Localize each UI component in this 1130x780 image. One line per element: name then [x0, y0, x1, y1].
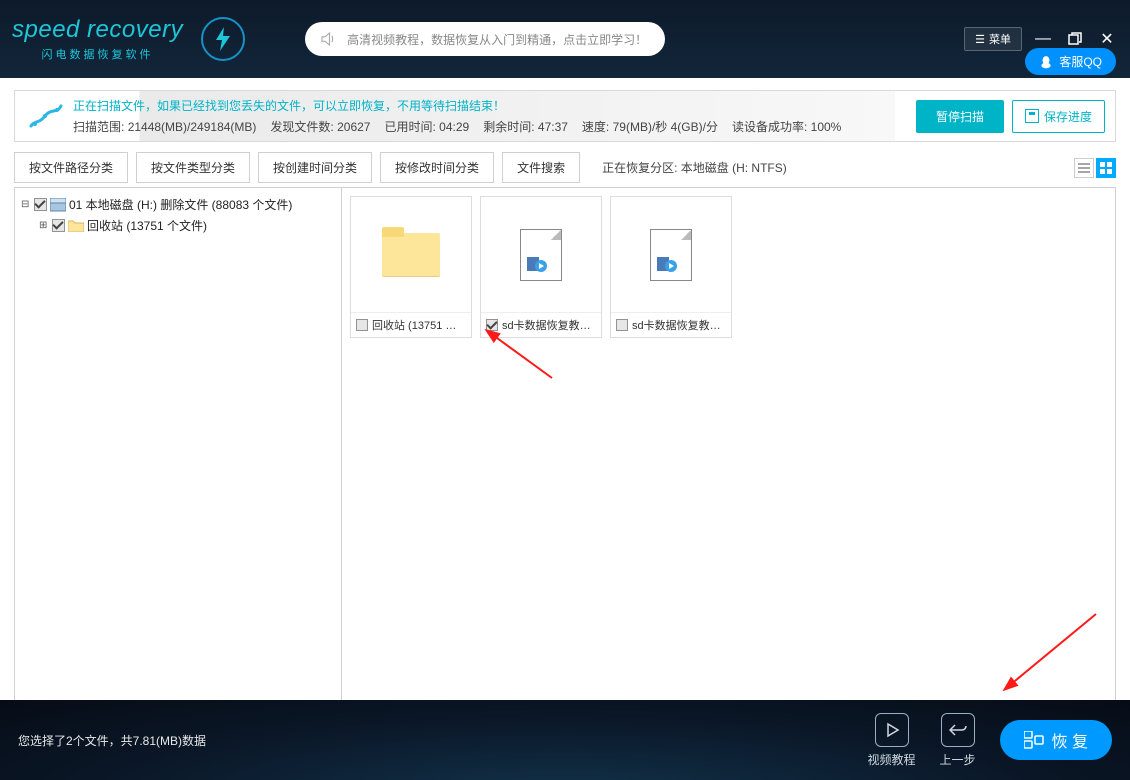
save-progress-button[interactable]: 保存进度 [1012, 100, 1105, 133]
tree-label: 回收站 (13751 个文件) [87, 217, 207, 234]
back-button[interactable]: 上一步 [940, 713, 976, 768]
remain-time: 47:37 [538, 120, 568, 134]
video-file-icon [650, 229, 692, 281]
qq-support-button[interactable]: 客服QQ [1025, 48, 1116, 75]
found-count: 20627 [337, 120, 370, 134]
expand-icon[interactable]: ⊞ [39, 220, 49, 231]
tab-file-search[interactable]: 文件搜索 [502, 152, 580, 183]
collapse-icon[interactable]: ⊟ [21, 199, 31, 210]
scan-animation-icon [25, 96, 65, 136]
titlebar: speed recovery 闪电数据恢复软件 高清视频教程，数据恢复从入门到精… [0, 0, 1130, 78]
recover-icon [1024, 731, 1044, 749]
logo: speed recovery 闪电数据恢复软件 [12, 16, 245, 62]
scan-range: 21448(MB)/249184(MB) [128, 120, 257, 134]
scan-status-panel: 正在扫描文件，如果已经找到您丢失的文件，可以立即恢复，不用等待扫描结束！ 扫描范… [14, 90, 1116, 142]
logo-subtitle: 闪电数据恢复软件 [12, 46, 183, 62]
file-label: 回收站 (13751 … [372, 317, 456, 333]
folder-tree[interactable]: ⊟ 01 本地磁盘 (H:) 删除文件 (88083 个文件) ⊞ 回收站 (1… [14, 187, 342, 715]
partition-label: 正在恢复分区: 本地磁盘 (H: NTFS) [602, 159, 787, 176]
maximize-button[interactable] [1064, 28, 1086, 50]
file-label: sd卡数据恢复教… [632, 317, 721, 333]
scan-message: 正在扫描文件，如果已经找到您丢失的文件，可以立即恢复，不用等待扫描结束！ [73, 97, 916, 114]
checkbox[interactable] [486, 319, 498, 331]
tab-by-modified[interactable]: 按修改时间分类 [380, 152, 494, 183]
recover-button[interactable]: 恢 复 [1000, 720, 1112, 760]
tree-node-recycle[interactable]: ⊞ 回收站 (13751 个文件) [19, 215, 337, 236]
pause-scan-button[interactable]: 暂停扫描 [916, 100, 1004, 133]
folder-icon [382, 233, 440, 277]
tutorial-notice[interactable]: 高清视频教程，数据恢复从入门到精通，点击立即学习！ [305, 22, 665, 56]
bolt-icon [201, 17, 245, 61]
menu-icon: ☰ [975, 33, 985, 46]
tab-by-type[interactable]: 按文件类型分类 [136, 152, 250, 183]
file-grid: 回收站 (13751 … sd卡数据恢复教… sd卡数据恢复教… [342, 187, 1116, 715]
play-icon [875, 713, 909, 747]
file-item[interactable]: sd卡数据恢复教… [480, 196, 602, 338]
tree-node-root[interactable]: ⊟ 01 本地磁盘 (H:) 删除文件 (88083 个文件) [19, 194, 337, 215]
scan-speed: 79(MB)/秒 4(GB)/分 [613, 120, 718, 134]
back-icon [941, 713, 975, 747]
file-item[interactable]: sd卡数据恢复教… [610, 196, 732, 338]
folder-icon [68, 218, 84, 234]
close-button[interactable]: ✕ [1096, 28, 1118, 50]
file-item[interactable]: 回收站 (13751 … [350, 196, 472, 338]
logo-text: speed recovery [12, 16, 183, 44]
checkbox[interactable] [356, 319, 368, 331]
footer: 您选择了2个文件，共7.81(MB)数据 视频教程 上一步 恢 复 [0, 700, 1130, 780]
checkbox[interactable] [616, 319, 628, 331]
notice-text: 高清视频教程，数据恢复从入门到精通，点击立即学习！ [347, 31, 647, 48]
tree-label: 01 本地磁盘 (H:) 删除文件 (88083 个文件) [69, 196, 292, 213]
view-grid-button[interactable] [1096, 158, 1116, 178]
video-file-icon [520, 229, 562, 281]
video-tutorial-button[interactable]: 视频教程 [868, 713, 916, 768]
minimize-button[interactable]: — [1032, 28, 1054, 50]
success-rate: 100% [811, 120, 842, 134]
tab-by-path[interactable]: 按文件路径分类 [14, 152, 128, 183]
menu-button[interactable]: ☰ 菜单 [964, 27, 1022, 51]
selection-summary: 您选择了2个文件，共7.81(MB)数据 [18, 732, 206, 749]
checkbox[interactable] [34, 198, 47, 211]
checkbox[interactable] [52, 219, 65, 232]
elapsed-time: 04:29 [439, 120, 469, 134]
view-list-button[interactable] [1074, 158, 1094, 178]
qq-icon [1039, 55, 1053, 69]
save-icon [1025, 109, 1039, 123]
file-label: sd卡数据恢复教… [502, 317, 591, 333]
disk-icon [50, 197, 66, 213]
classify-tabs: 按文件路径分类 按文件类型分类 按创建时间分类 按修改时间分类 文件搜索 正在恢… [14, 152, 1116, 183]
tab-by-created[interactable]: 按创建时间分类 [258, 152, 372, 183]
speaker-icon [319, 30, 337, 48]
